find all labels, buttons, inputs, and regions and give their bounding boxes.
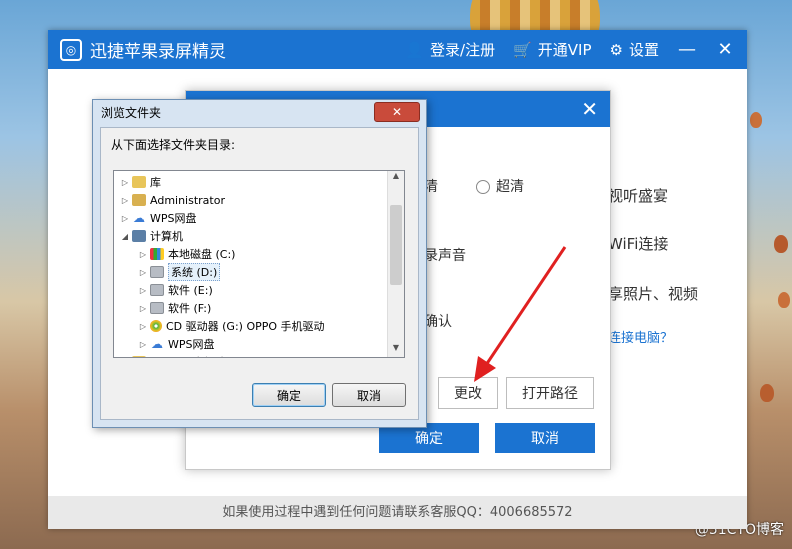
cloud-icon: ☁ xyxy=(133,211,145,225)
drive-icon xyxy=(150,284,164,296)
tree-scrollbar[interactable]: ▲ ▼ xyxy=(387,171,404,357)
tree-item-label: 计算机 xyxy=(150,230,183,243)
drive-icon xyxy=(150,266,164,278)
expand-arrow-icon[interactable]: ◢ xyxy=(120,232,130,241)
drive-icon xyxy=(150,302,164,314)
tree-item-label: 库 xyxy=(150,176,161,189)
tree-item-label: WPS网盘 xyxy=(168,338,215,351)
expand-arrow-icon[interactable]: ▷ xyxy=(120,214,130,223)
computer-icon xyxy=(132,230,146,242)
browse-dialog-titlebar: 浏览文件夹 ✕ xyxy=(93,100,426,124)
tree-item[interactable]: ▷ CD 驱动器 (G:) OPPO 手机驱动 xyxy=(138,317,325,335)
tree-item[interactable]: ▷ 软件 (E:) xyxy=(138,281,213,299)
expand-arrow-icon[interactable]: ▷ xyxy=(138,250,148,259)
browse-folder-dialog: 浏览文件夹 ✕ 从下面选择文件夹目录: ▲ ▼ ▷ 库 ▷ Administrator… xyxy=(92,99,427,428)
tree-item[interactable]: ▷ ☁ WPS网盘 xyxy=(138,335,215,353)
browse-cancel-button[interactable]: 取消 xyxy=(332,383,406,407)
expand-arrow-icon[interactable]: ▷ xyxy=(120,178,130,187)
user-folder-icon xyxy=(132,194,146,206)
scrollbar-thumb[interactable] xyxy=(390,205,402,285)
tree-item-label: CD 驱动器 (G:) OPPO 手机驱动 xyxy=(166,320,325,333)
expand-arrow-icon[interactable]: ▷ xyxy=(138,268,148,277)
browse-dialog-title: 浏览文件夹 xyxy=(101,105,162,120)
folder-icon xyxy=(132,356,146,357)
tree-item-label: 软件 (E:) xyxy=(168,284,213,297)
browse-dialog-body: 从下面选择文件夹目录: ▲ ▼ ▷ 库 ▷ Administrator ▷ ☁ WPS网盘 ◢… xyxy=(100,127,419,420)
tree-item-label: 系统 (D:) xyxy=(168,263,221,281)
expand-arrow-icon[interactable]: ▷ xyxy=(138,340,148,349)
browse-ok-button[interactable]: 确定 xyxy=(252,383,326,407)
tree-item-label: 软件 (F:) xyxy=(168,302,212,315)
scroll-down-icon[interactable]: ▼ xyxy=(388,343,404,357)
cd-drive-icon xyxy=(150,320,162,332)
tree-item[interactable]: ▷ 库 xyxy=(120,173,161,191)
tree-item[interactable]: ▷ Administrator xyxy=(120,191,225,209)
tree-item[interactable]: ▷ 系统 (D:) xyxy=(138,263,221,281)
browse-instruction: 从下面选择文件夹目录: xyxy=(111,138,236,152)
tree-item[interactable]: ▷ 本地磁盘 (C:) xyxy=(138,245,235,263)
tree-item-label: 本地磁盘 (C:) xyxy=(168,248,236,261)
windows-drive-icon xyxy=(150,248,164,260)
tree-item[interactable]: ◢ 计算机 xyxy=(120,227,183,245)
expand-arrow-icon[interactable]: ▷ xyxy=(120,196,130,205)
tree-item-label: 12.01不应经验 xyxy=(150,354,226,357)
tree-item-label: WPS网盘 xyxy=(150,212,197,225)
tree-item[interactable]: 12.01不应经验 xyxy=(120,353,226,357)
tree-item-label: Administrator xyxy=(150,193,225,207)
tree-item[interactable]: ▷ ☁ WPS网盘 xyxy=(120,209,197,227)
expand-arrow-icon[interactable]: ▷ xyxy=(138,286,148,295)
library-icon xyxy=(132,176,146,188)
browse-close-button[interactable]: ✕ xyxy=(374,102,420,122)
expand-arrow-icon[interactable]: ▷ xyxy=(138,322,148,331)
tree-item[interactable]: ▷ 软件 (F:) xyxy=(138,299,211,317)
scroll-up-icon[interactable]: ▲ xyxy=(388,171,404,185)
expand-arrow-icon[interactable]: ▷ xyxy=(138,304,148,313)
cloud-icon: ☁ xyxy=(151,337,163,351)
folder-tree[interactable]: ▲ ▼ ▷ 库 ▷ Administrator ▷ ☁ WPS网盘 ◢ 计算机 ▷ 本地磁盘 (C:… xyxy=(113,170,405,358)
